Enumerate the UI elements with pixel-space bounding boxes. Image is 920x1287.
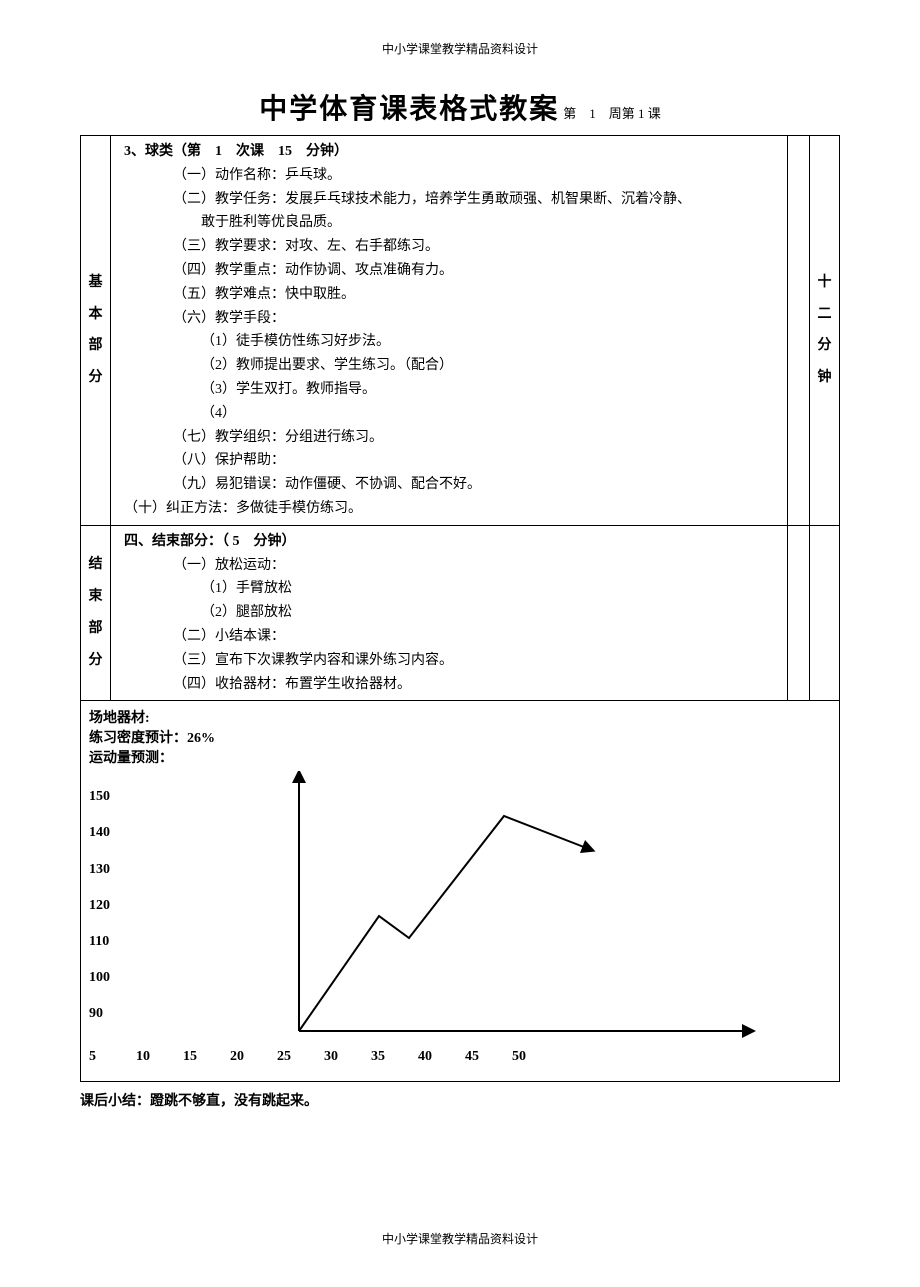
- vlabel-char: 二: [816, 303, 833, 327]
- section1-vlabel: 基 本 部 分: [81, 136, 111, 526]
- s1-i5: （五）教学难点：快中取胜。: [117, 283, 781, 307]
- equip-line: 场地器材:: [89, 707, 831, 727]
- y-tick: 100: [89, 970, 110, 988]
- section2-time-vlabel: [810, 525, 840, 701]
- page-header-small: 中小学课堂教学精品资料设计: [80, 40, 840, 57]
- s2-intro: 四、结束部分：（ 5 分钟）: [117, 530, 781, 554]
- page-footer-small: 中小学课堂教学精品资料设计: [80, 1230, 840, 1247]
- subtitle: 第 1 周第 1 课: [563, 103, 661, 122]
- x-axis-labels: 5 10 15 20 25 30 35 40 45 50: [89, 1049, 649, 1065]
- section2-narrow-col: [788, 525, 810, 701]
- s1-i8: （八）保护帮助：: [117, 449, 781, 473]
- x-tick: 40: [418, 1049, 465, 1065]
- s1-i3: （三）教学要求：对攻、左、右手都练习。: [117, 235, 781, 259]
- s1-i10: （十）纠正方法：多做徒手模仿练习。: [117, 497, 781, 521]
- s1-i6: （六）教学手段：: [117, 307, 781, 331]
- s2-i1: （一）放松运动：: [117, 554, 781, 578]
- vlabel-char: 基: [87, 271, 104, 295]
- s1-i9: （九）易犯错误：动作僵硬、不协调、配合不好。: [117, 473, 781, 497]
- s1-i6-4: （4）: [117, 402, 781, 426]
- lesson-table: 基 本 部 分 3、球类（第 1 次课 15 分钟） （一）动作名称：乒乓球。 …: [80, 135, 840, 701]
- s1-i4: （四）教学重点：动作协调、攻点准确有力。: [117, 259, 781, 283]
- section2-vlabel: 结 束 部 分: [81, 525, 111, 701]
- load-line: 运动量预测：: [89, 747, 831, 767]
- s1-i7: （七）教学组织：分组进行练习。: [117, 426, 781, 450]
- y-tick: 140: [89, 825, 110, 843]
- vlabel-char: 部: [87, 334, 104, 358]
- title-row: 中学体育课表格式教案 第 1 周第 1 课: [80, 87, 840, 127]
- section2-content: 四、结束部分：（ 5 分钟） （一）放松运动： （1）手臂放松 （2）腿部放松 …: [111, 525, 788, 701]
- s1-i2b: 敢于胜利等优良品质。: [117, 211, 781, 235]
- s1-i6-1: （1）徒手模仿性练习好步法。: [117, 330, 781, 354]
- x-tick: 5: [89, 1049, 136, 1065]
- y-tick: 110: [89, 934, 110, 952]
- bottom-block: 场地器材: 练习密度预计：26% 运动量预测： 150 140 130 120 …: [80, 701, 840, 1082]
- s2-i1-2: （2）腿部放松: [117, 601, 781, 625]
- y-tick: 150: [89, 789, 110, 807]
- x-tick: 35: [371, 1049, 418, 1065]
- s1-i6-2: （2）教师提出要求、学生练习。（配合）: [117, 354, 781, 378]
- x-tick: 15: [183, 1049, 230, 1065]
- x-tick: 45: [465, 1049, 512, 1065]
- vlabel-char: 分: [87, 366, 104, 390]
- main-title: 中学体育课表格式教案: [259, 87, 559, 127]
- chart-series-line: [299, 816, 589, 1031]
- chart-svg: [129, 771, 769, 1051]
- s1-i2a: （二）教学任务：发展乒乓球技术能力，培养学生勇敢顽强、机智果断、沉着冷静、: [117, 188, 781, 212]
- y-tick: 120: [89, 898, 110, 916]
- x-tick: 10: [136, 1049, 183, 1065]
- x-tick: 20: [230, 1049, 277, 1065]
- y-tick: 130: [89, 862, 110, 880]
- vlabel-char: 结: [87, 553, 104, 577]
- load-chart: 150 140 130 120 110 100 90 5 10 15: [89, 771, 831, 1071]
- vlabel-char: 束: [87, 585, 104, 609]
- x-tick: 30: [324, 1049, 371, 1065]
- y-axis-labels: 150 140 130 120 110 100 90: [89, 789, 110, 1024]
- vlabel-char: 钟: [816, 366, 833, 390]
- x-tick: 50: [512, 1049, 559, 1065]
- post-class-note: 课后小结：蹬跳不够直，没有跳起来。: [80, 1090, 840, 1110]
- s2-i2: （二）小结本课：: [117, 625, 781, 649]
- s1-intro: 3、球类（第 1 次课 15 分钟）: [117, 140, 781, 164]
- x-tick: 25: [277, 1049, 324, 1065]
- vlabel-char: 分: [87, 649, 104, 673]
- y-tick: 90: [89, 1006, 110, 1024]
- section1-content: 3、球类（第 1 次课 15 分钟） （一）动作名称：乒乓球。 （二）教学任务：…: [111, 136, 788, 526]
- s1-i6-3: （3）学生双打。教师指导。: [117, 378, 781, 402]
- s2-i3: （三）宣布下次课教学内容和课外练习内容。: [117, 649, 781, 673]
- vlabel-char: 分: [816, 334, 833, 358]
- s2-i4: （四）收拾器材：布置学生收拾器材。: [117, 673, 781, 697]
- section1-time-vlabel: 十 二 分 钟: [810, 136, 840, 526]
- vlabel-char: 十: [816, 271, 833, 295]
- vlabel-char: 部: [87, 617, 104, 641]
- s1-i1: （一）动作名称：乒乓球。: [117, 164, 781, 188]
- section1-narrow-col: [788, 136, 810, 526]
- s2-i1-1: （1）手臂放松: [117, 577, 781, 601]
- vlabel-char: 本: [87, 303, 104, 327]
- density-line: 练习密度预计：26%: [89, 727, 831, 747]
